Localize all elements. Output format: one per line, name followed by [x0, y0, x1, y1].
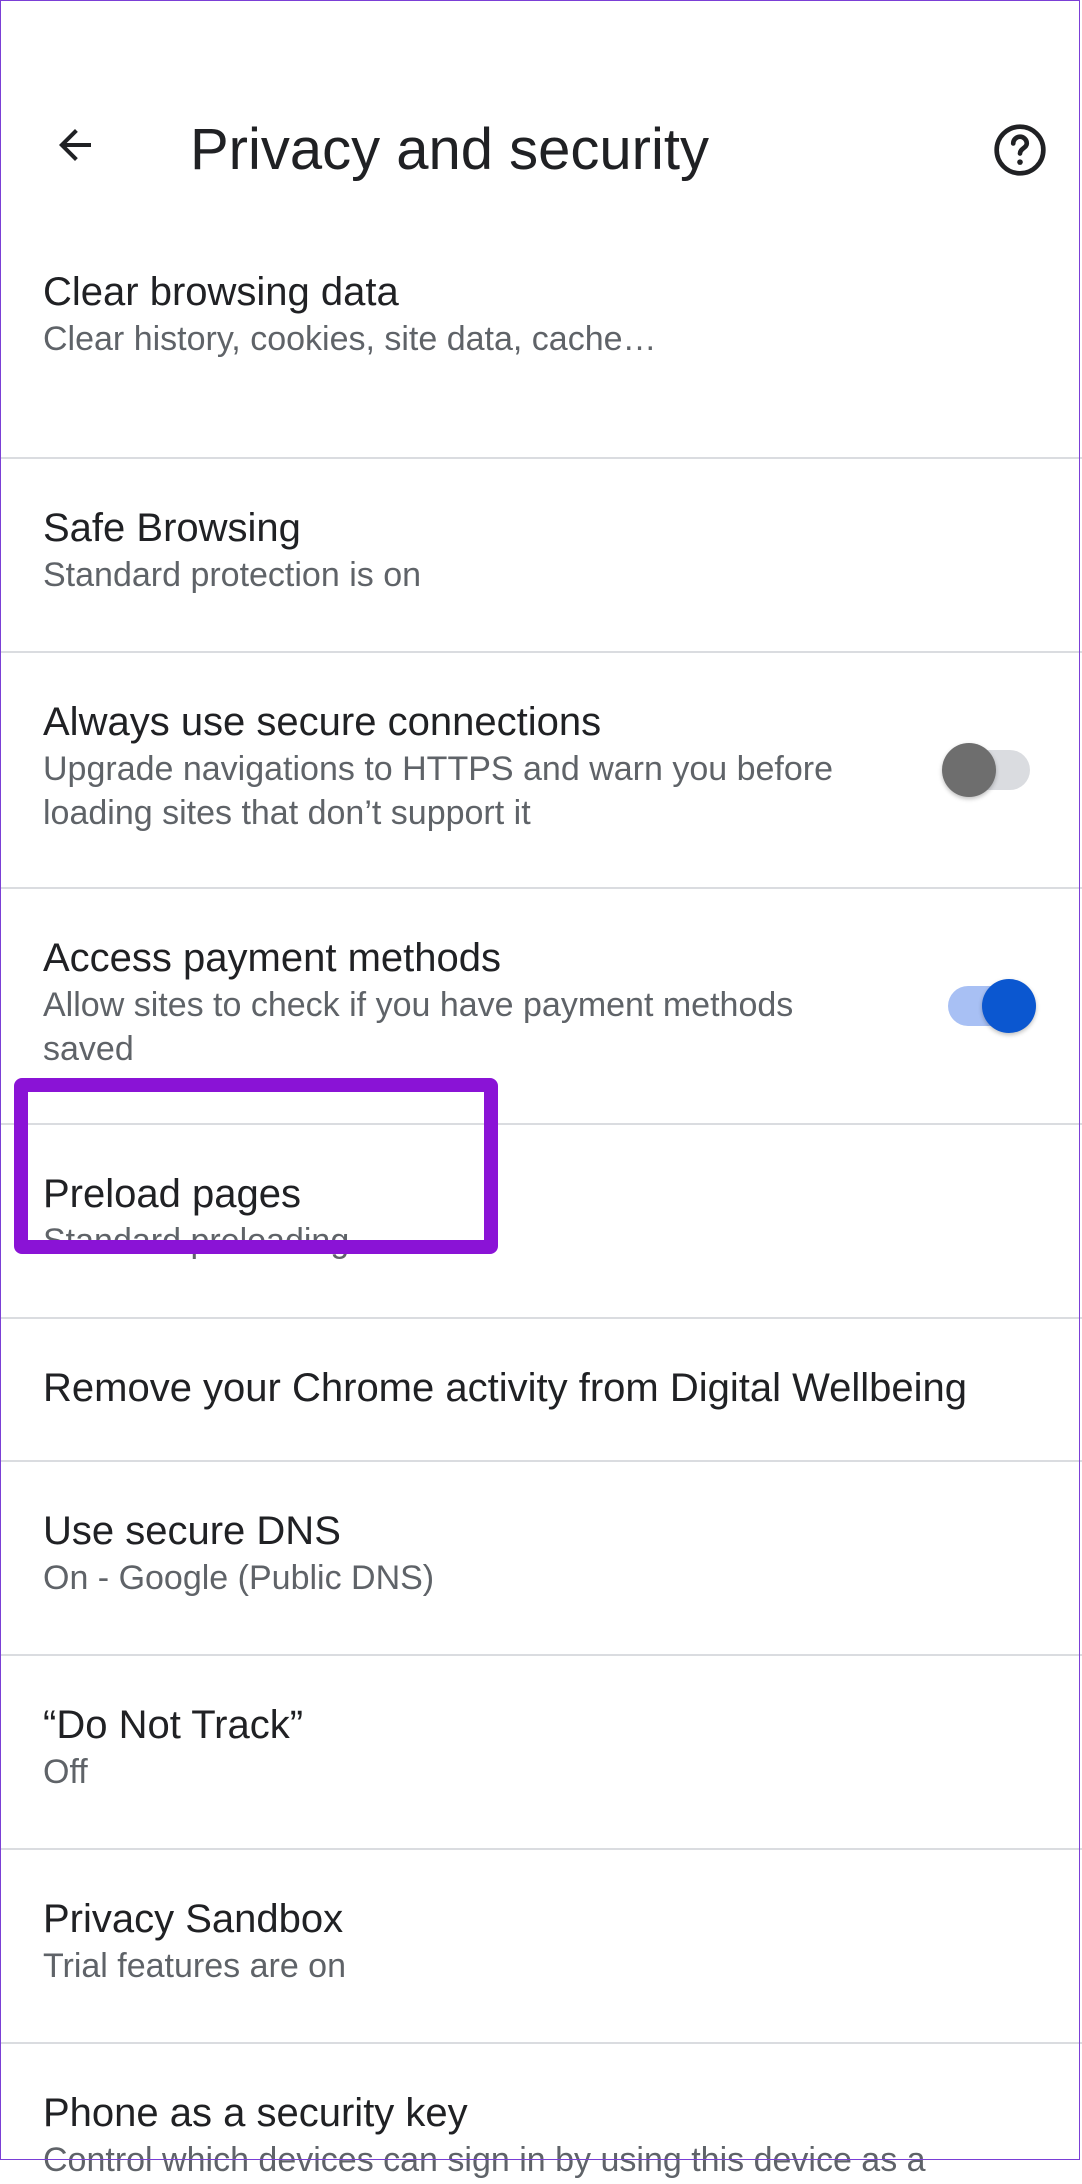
item-subtitle: Clear history, cookies, site data, cache…: [43, 320, 657, 358]
toggle-thumb: [942, 743, 996, 797]
arrow-back-icon: [59, 129, 91, 161]
back-button[interactable]: [30, 100, 120, 190]
list-item-secure-connections[interactable]: Always use secure connections Upgrade na…: [0, 653, 1082, 889]
list-item-digital-wellbeing[interactable]: Remove your Chrome activity from Digital…: [0, 1319, 1082, 1462]
list-item-security-key[interactable]: Phone as a security key Control which de…: [0, 2044, 1082, 2184]
item-title: Privacy Sandbox: [43, 1897, 344, 1941]
help-button[interactable]: [975, 105, 1065, 195]
item-title: Use secure DNS: [43, 1509, 341, 1553]
item-title: Safe Browsing: [43, 506, 301, 550]
list-item-clear-browsing-data[interactable]: Clear browsing data Clear history, cooki…: [0, 265, 1082, 459]
item-title: Always use secure connections: [43, 700, 602, 744]
item-subtitle: Standard protection is on: [43, 556, 422, 594]
item-title: Phone as a security key: [43, 2091, 468, 2135]
item-title: Remove your Chrome activity from Digital…: [43, 1366, 968, 1410]
help-circle-icon: [994, 124, 1046, 176]
item-title: Clear browsing data: [43, 270, 399, 314]
list-item-payment-methods[interactable]: Access payment methods Allow sites to ch…: [0, 889, 1082, 1125]
item-subtitle: Off: [43, 1753, 88, 1791]
page-title: Privacy and security: [190, 117, 709, 182]
list-item-do-not-track[interactable]: “Do Not Track” Off: [0, 1656, 1082, 1850]
item-title: “Do Not Track”: [43, 1703, 304, 1747]
item-subtitle: Upgrade navigations to HTTPS and warn yo…: [43, 750, 834, 832]
list-item-privacy-sandbox[interactable]: Privacy Sandbox Trial features are on: [0, 1850, 1082, 2044]
list-item-safe-browsing[interactable]: Safe Browsing Standard protection is on: [0, 459, 1082, 653]
list-item-secure-dns[interactable]: Use secure DNS On - Google (Public DNS): [0, 1462, 1082, 1656]
item-title: Access payment methods: [43, 936, 501, 980]
item-subtitle: Control which devices can sign in by usi…: [43, 2141, 926, 2179]
toggle-thumb: [982, 979, 1036, 1033]
payment-methods-toggle[interactable]: [942, 976, 1036, 1036]
settings-list: Clear browsing data Clear history, cooki…: [0, 265, 1082, 2184]
item-subtitle: Allow sites to check if you have payment…: [43, 986, 794, 1068]
item-subtitle: On - Google (Public DNS): [43, 1559, 435, 1597]
item-title: Preload pages: [43, 1172, 301, 1216]
list-item-preload-pages[interactable]: Preload pages Standard preloading: [0, 1125, 1082, 1319]
item-subtitle: Standard preloading: [43, 1222, 350, 1260]
secure-connections-toggle[interactable]: [942, 740, 1034, 800]
item-subtitle: Trial features are on: [43, 1947, 346, 1985]
top-app-bar: Privacy and security: [0, 0, 1082, 265]
